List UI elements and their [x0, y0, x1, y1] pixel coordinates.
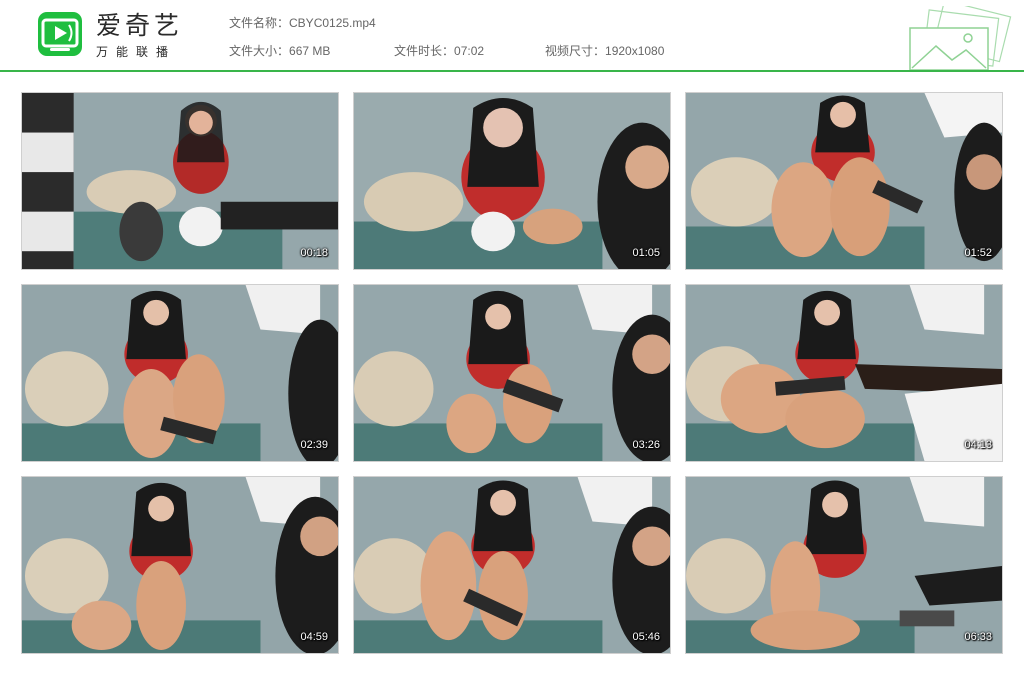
thumbnail-7[interactable]: 04:59 — [21, 476, 339, 654]
thumbnail-timestamp: 00:18 — [300, 247, 328, 259]
file-duration-value: 07:02 — [454, 44, 485, 58]
video-frame — [354, 285, 670, 461]
file-size-value: 667 MB — [289, 44, 331, 58]
video-resolution-label: 视频尺寸： — [545, 44, 606, 58]
video-frame — [22, 477, 338, 653]
brand-title: 爱奇艺 — [96, 11, 184, 40]
thumbnail-timestamp: 01:05 — [632, 247, 660, 259]
thumbnail-9[interactable]: 06:33 — [685, 476, 1003, 654]
video-frame — [686, 93, 1002, 269]
video-resolution-value: 1920x1080 — [605, 44, 665, 58]
thumbnail-timestamp: 06:33 — [964, 631, 992, 643]
thumbnail-timestamp: 03:26 — [632, 439, 660, 451]
thumbnail-timestamp: 05:46 — [632, 631, 660, 643]
file-size-row: 文件大小：667 MB — [229, 42, 330, 59]
header-bar: 爱奇艺 万能联播 文件名称：CBYC0125.mp4 文件大小：667 MB 文… — [0, 0, 1024, 72]
video-frame — [686, 285, 1002, 461]
thumbnail-5[interactable]: 03:26 — [353, 284, 671, 462]
header-divider — [0, 70, 1024, 72]
thumbnail-8[interactable]: 05:46 — [353, 476, 671, 654]
file-duration-row: 文件时长：07:02 — [394, 42, 484, 59]
video-frame — [22, 93, 338, 269]
video-frame — [354, 477, 670, 653]
thumbnail-6[interactable]: 04:13 — [685, 284, 1003, 462]
file-duration-label: 文件时长： — [394, 44, 455, 58]
file-name-value: CBYC0125.mp4 — [289, 16, 376, 30]
file-size-label: 文件大小： — [229, 44, 290, 58]
brand-subtitle: 万能联播 — [96, 45, 177, 59]
thumbnail-4[interactable]: 02:39 — [21, 284, 339, 462]
thumbnail-grid: 00:18 01:05 01:52 02:39 03:26 04:13 04:5… — [21, 92, 1004, 655]
thumbnail-3[interactable]: 01:52 — [685, 92, 1003, 270]
photo-stack-decoration-icon — [909, 6, 1012, 70]
file-name-label: 文件名称： — [229, 16, 290, 30]
thumbnail-timestamp: 04:13 — [964, 439, 992, 451]
thumbnail-2[interactable]: 01:05 — [353, 92, 671, 270]
thumbnail-1[interactable]: 00:18 — [21, 92, 339, 270]
brand-block: 爱奇艺 万能联播 — [96, 12, 183, 60]
video-frame — [354, 93, 670, 269]
video-frame — [22, 285, 338, 461]
thumbnail-timestamp: 01:52 — [964, 247, 992, 259]
iqiyi-logo-icon — [38, 12, 82, 56]
video-resolution-row: 视频尺寸：1920x1080 — [545, 42, 664, 59]
thumbnail-timestamp: 02:39 — [300, 439, 328, 451]
file-name-row: 文件名称：CBYC0125.mp4 — [229, 14, 376, 31]
video-frame — [686, 477, 1002, 653]
thumbnail-timestamp: 04:59 — [300, 631, 328, 643]
